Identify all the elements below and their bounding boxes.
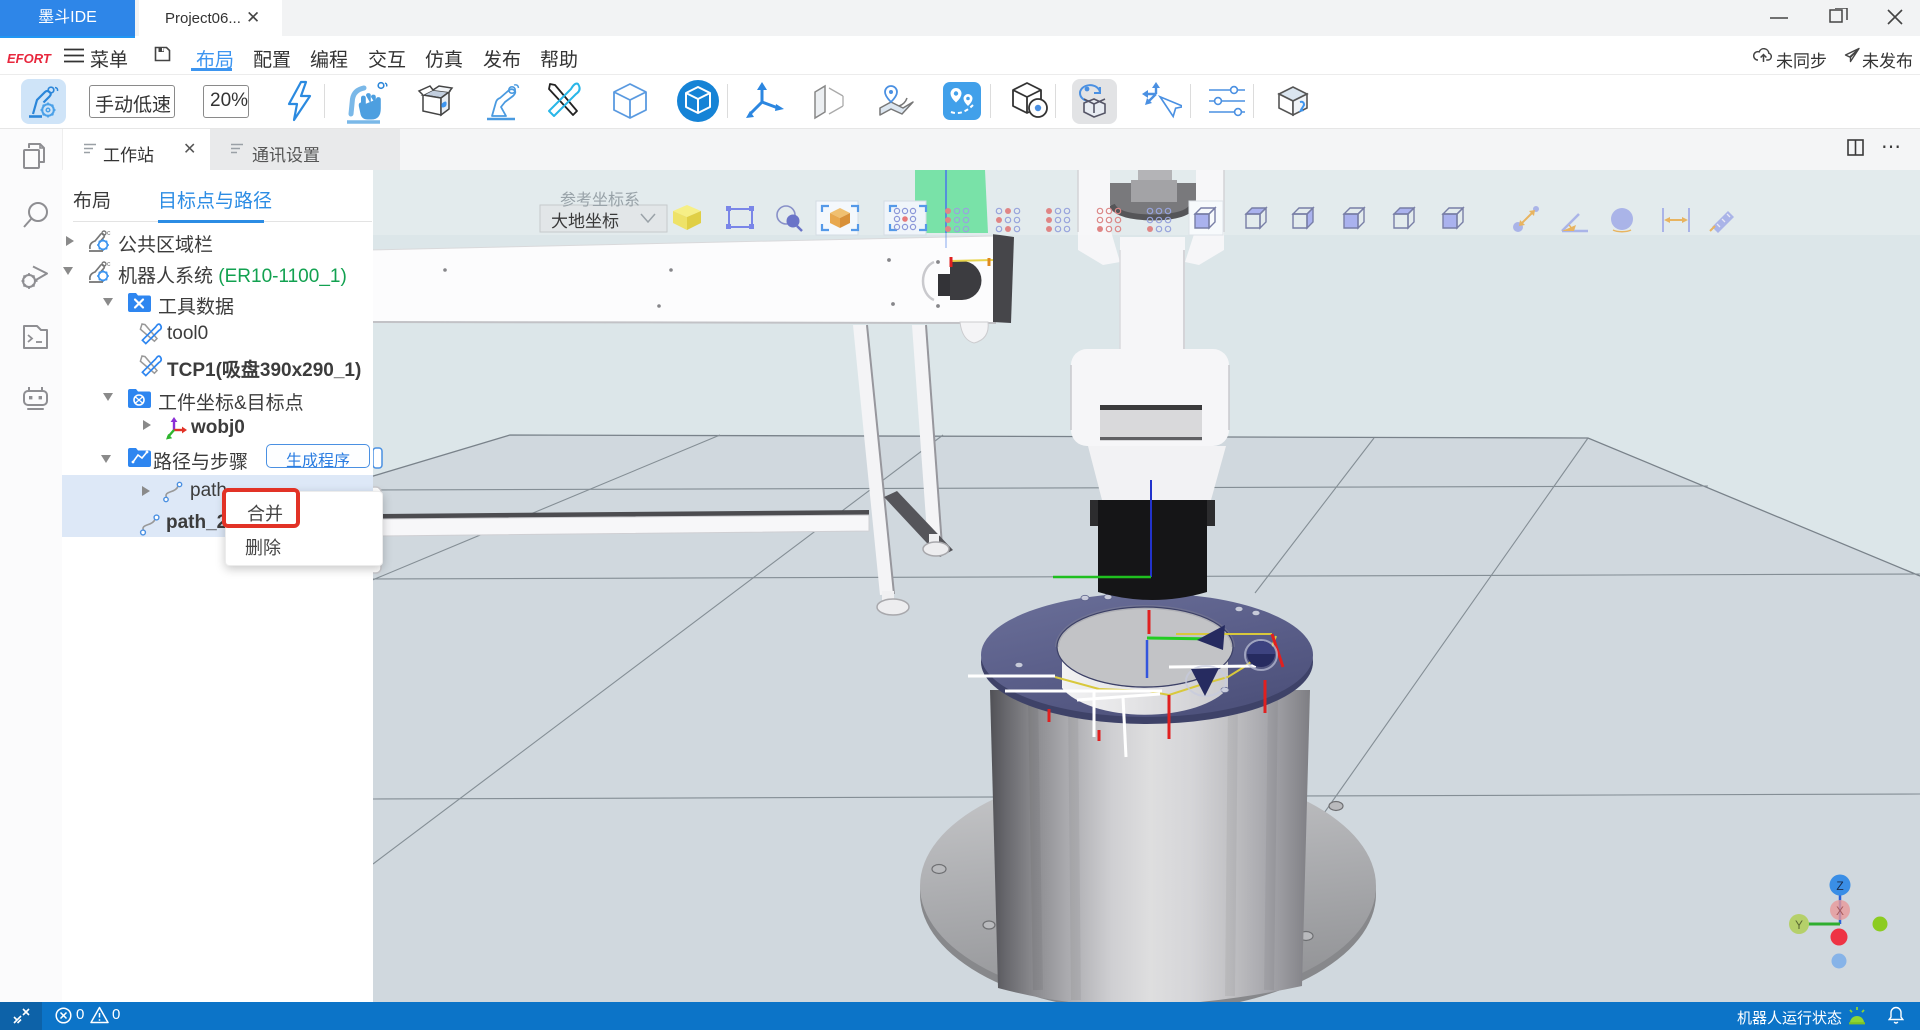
- svg-text:X: X: [1836, 904, 1844, 918]
- svg-text:c: c: [107, 261, 111, 268]
- svg-text:c: c: [107, 230, 111, 237]
- svg-text:Z: Z: [1836, 879, 1843, 893]
- svg-text:Y: Y: [1795, 918, 1803, 932]
